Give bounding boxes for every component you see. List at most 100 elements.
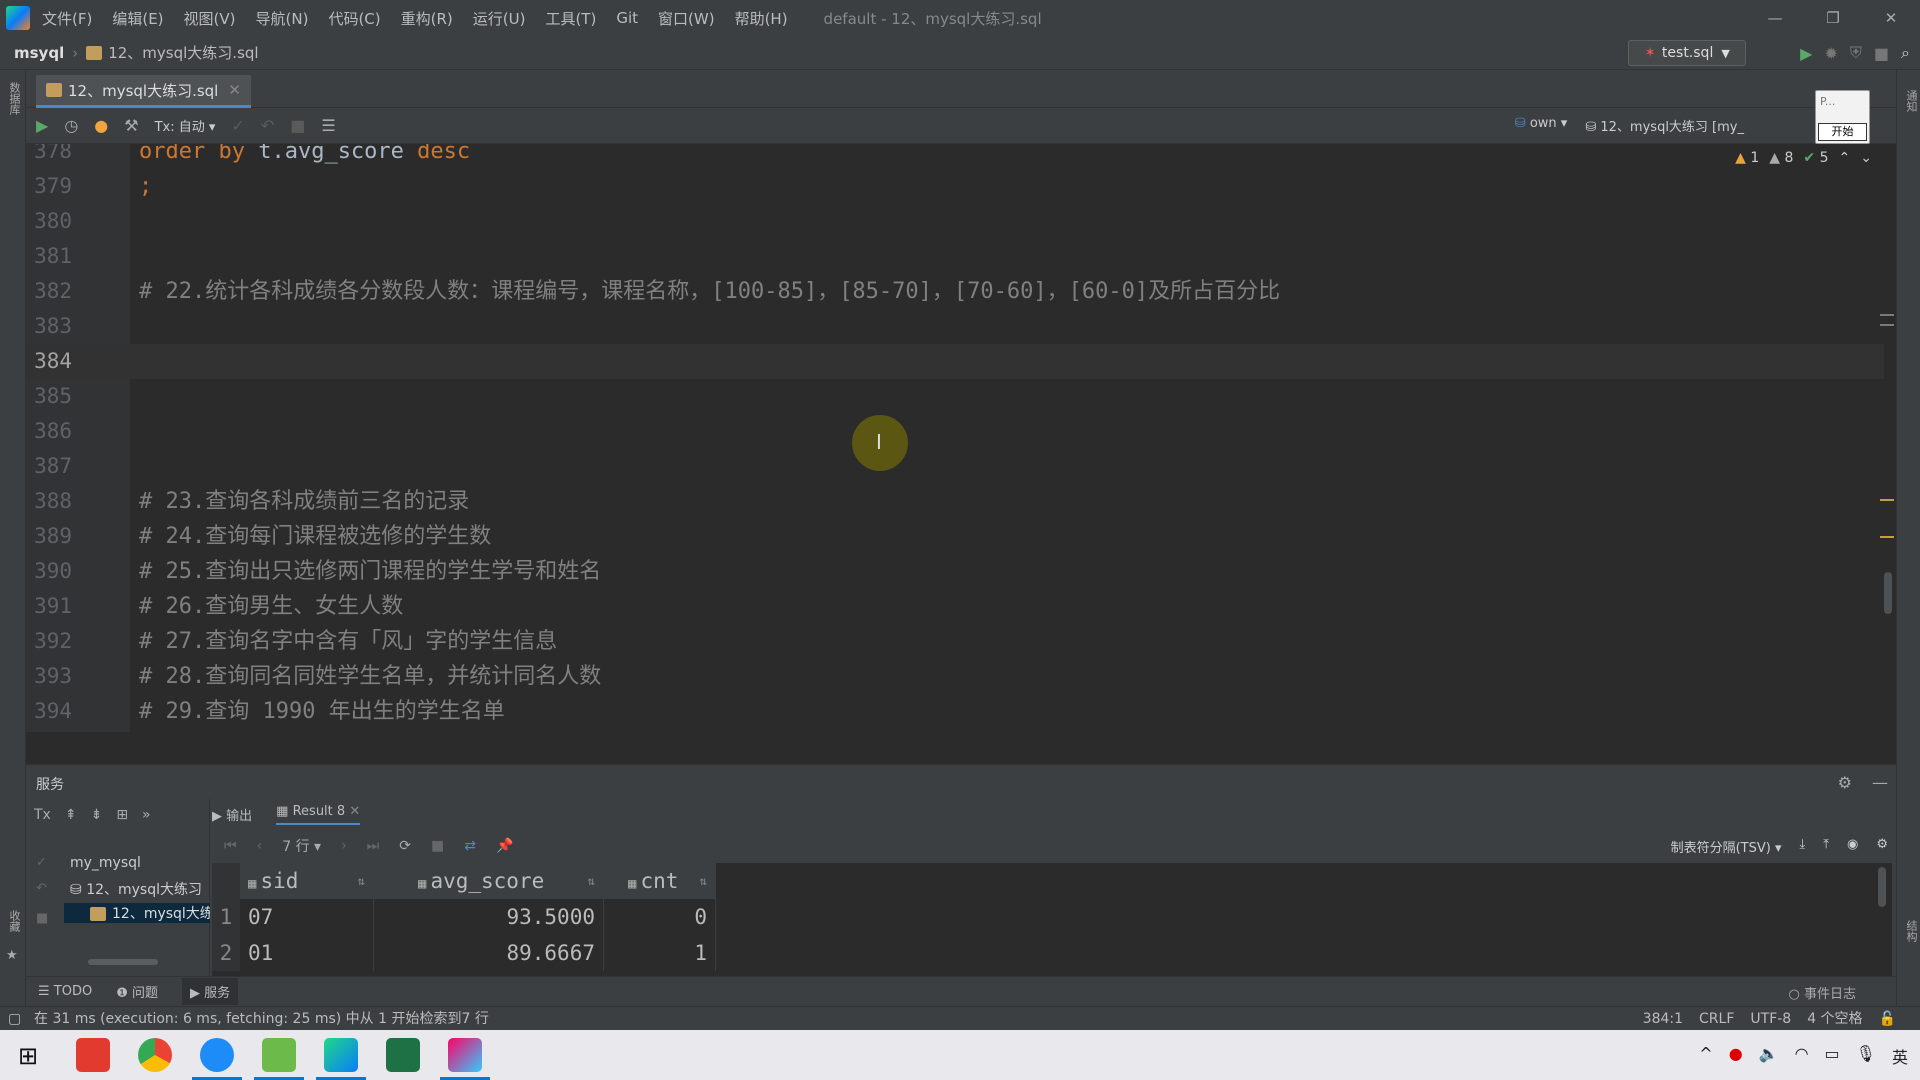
run-icon[interactable]: ▶ — [1800, 44, 1812, 63]
chrome-icon[interactable] — [138, 1038, 172, 1072]
tab-problems[interactable]: ❶ 问题 — [116, 982, 158, 1001]
stripe-mark[interactable] — [1880, 536, 1894, 538]
tab-result[interactable]: ▦ Result 8 ✕ — [276, 804, 361, 825]
windows-start-icon[interactable]: ⊞ — [18, 1042, 38, 1070]
close-window-button[interactable]: ✕ — [1862, 0, 1920, 36]
commit-icon[interactable]: ✓ — [231, 116, 244, 135]
datagrip-icon[interactable] — [316, 1038, 366, 1080]
breadcrumb-project[interactable]: msyql — [14, 44, 64, 62]
debug-icon[interactable]: ✹ — [1824, 44, 1837, 63]
transaction-mode-dropdown[interactable]: Tx: 自动 ▾ — [155, 116, 216, 135]
menu-navigate[interactable]: 导航(N) — [256, 8, 309, 29]
close-tab-icon[interactable]: ✕ — [349, 804, 360, 819]
wifi-icon[interactable]: ◠ — [1795, 1044, 1809, 1068]
last-page-icon[interactable]: ⏭ — [367, 838, 380, 854]
menu-window[interactable]: 窗口(W) — [658, 8, 715, 29]
explain-plan-icon[interactable]: ● — [94, 116, 108, 135]
file-encoding[interactable]: UTF-8 — [1750, 1007, 1791, 1031]
cell-cnt[interactable]: 0 — [604, 899, 716, 935]
tree-scrollbar[interactable] — [88, 959, 158, 965]
session-dropdown[interactable]: ⛁ own ▾ — [1515, 116, 1568, 135]
cell-cnt[interactable]: 1 — [604, 935, 716, 971]
history-icon[interactable]: ◷ — [64, 116, 78, 135]
menu-git[interactable]: Git — [616, 9, 638, 27]
column-header-avg-score[interactable]: ▦ avg_score ⇅ — [374, 863, 604, 899]
menu-run[interactable]: 运行(U) — [473, 8, 526, 29]
stripe-mark[interactable] — [1880, 499, 1894, 501]
sort-icon[interactable]: ⇅ — [588, 863, 595, 899]
star-icon[interactable]: ★ — [6, 948, 18, 963]
line-separator[interactable]: CRLF — [1699, 1007, 1734, 1031]
tab-todo[interactable]: ☰ TODO — [38, 984, 92, 999]
more-icon[interactable]: » — [142, 807, 151, 823]
first-page-icon[interactable]: ⏮ — [224, 838, 237, 854]
lock-icon[interactable]: 🔓 — [1879, 1007, 1896, 1031]
cell-sid[interactable]: 01 — [240, 935, 374, 971]
menu-view[interactable]: 视图(V) — [184, 8, 236, 29]
compare-icon[interactable]: ⇄ — [464, 838, 476, 854]
close-tab-icon[interactable]: ✕ — [228, 81, 241, 99]
tab-services[interactable]: ▶ 服务 — [182, 978, 239, 1005]
tree-item-connection[interactable]: my_mysql — [70, 855, 210, 871]
results-in-editor-icon[interactable]: ☰ — [321, 116, 335, 135]
editor-scrollbar[interactable] — [1884, 572, 1892, 614]
coverage-icon[interactable]: ⛨ — [1850, 43, 1862, 63]
column-header-cnt[interactable]: ▦ cnt ⇅ — [604, 863, 716, 899]
gear-icon[interactable]: ⚙ — [1838, 773, 1852, 792]
tab-output[interactable]: ▶ 输出 — [212, 805, 252, 824]
search-everywhere-icon[interactable]: ⌕ — [1901, 43, 1910, 63]
datasource-dropdown[interactable]: ⛁ 12、mysql大练习 [my_ — [1585, 116, 1744, 135]
column-header-sid[interactable]: ▦ sid ⇅ — [240, 863, 374, 899]
stop-icon[interactable]: ■ — [1874, 44, 1889, 63]
previous-page-icon[interactable]: ‹ — [257, 838, 263, 854]
menu-file[interactable]: 文件(F) — [42, 8, 92, 29]
editor-tab-active[interactable]: 12、mysql大练习.sql ✕ — [36, 75, 251, 108]
database-tool-label[interactable]: 数据库 — [6, 82, 22, 115]
check-icon[interactable]: ✓ — [36, 855, 47, 870]
refresh-icon[interactable]: ⟳ — [399, 838, 411, 854]
collapse-all-icon[interactable]: ⇟ — [91, 807, 103, 823]
minimize-button[interactable]: — — [1746, 0, 1804, 36]
menu-help[interactable]: 帮助(H) — [735, 8, 788, 29]
menu-tools[interactable]: 工具(T) — [545, 8, 596, 29]
caret-position[interactable]: 384:1 — [1643, 1007, 1683, 1031]
upload-icon[interactable]: ⤒ — [1823, 837, 1829, 856]
pin-icon[interactable]: 📌 — [496, 838, 513, 854]
status-toggle-icon[interactable]: ▢ — [8, 1007, 21, 1031]
notifications-tool-label[interactable]: 通知 — [1903, 90, 1919, 112]
execute-icon[interactable]: ▶ — [36, 116, 48, 135]
event-log-button[interactable]: ○ 事件日志 — [1789, 983, 1857, 1002]
volume-icon[interactable]: 🔈 — [1759, 1044, 1779, 1068]
menu-edit[interactable]: 编辑(E) — [112, 8, 163, 29]
table-row[interactable]: 1 07 93.5000 0 — [212, 899, 772, 935]
settings-wrench-icon[interactable]: ⚒ — [124, 116, 138, 135]
app-icon-paint[interactable] — [440, 1038, 490, 1080]
menu-code[interactable]: 代码(C) — [328, 8, 380, 29]
rollback-icon[interactable]: ↶ — [261, 116, 274, 135]
sort-icon[interactable]: ⇅ — [358, 863, 365, 899]
group-icon[interactable]: ⊞ — [116, 807, 128, 823]
code-editor[interactable]: ▲ 1 ▲ 8 ✔ 5 ⌃ ⌄ 378 order by t.avg_score… — [26, 144, 1896, 732]
undo-icon[interactable]: ↶ — [36, 881, 47, 896]
next-page-icon[interactable]: › — [341, 838, 347, 854]
microphone-icon[interactable]: 🎙 — [1856, 1044, 1876, 1068]
structure-tool-label[interactable]: 结构 — [1903, 920, 1919, 942]
table-row[interactable]: 2 01 89.6667 1 — [212, 935, 772, 971]
battery-icon[interactable]: ▭ — [1825, 1044, 1840, 1068]
breadcrumb-file[interactable]: 12、mysql大练习.sql — [108, 42, 258, 63]
run-config-dropdown[interactable]: ✶ test.sql ▼ — [1628, 40, 1746, 66]
app-icon-green[interactable] — [254, 1038, 304, 1080]
app-icon-blue[interactable] — [192, 1038, 242, 1080]
cell-sid[interactable]: 07 — [240, 899, 374, 935]
cancel-icon[interactable]: ■ — [290, 116, 305, 135]
popup-start-button[interactable]: 开始 — [1818, 123, 1867, 141]
stop-icon[interactable]: ■ — [36, 911, 48, 926]
stop-query-icon[interactable]: ■ — [431, 838, 444, 854]
download-icon[interactable]: ⤓ — [1800, 837, 1806, 856]
expand-all-icon[interactable]: ⇞ — [65, 807, 77, 823]
restore-button[interactable]: ❐ — [1804, 0, 1862, 36]
stripe-mark[interactable] — [1880, 314, 1894, 316]
cell-avg-score[interactable]: 89.6667 — [374, 935, 604, 971]
tree-item-console[interactable]: ⛁ 12、mysql大练习 — [70, 879, 210, 899]
chevron-up-icon[interactable]: ^ — [1699, 1044, 1712, 1068]
